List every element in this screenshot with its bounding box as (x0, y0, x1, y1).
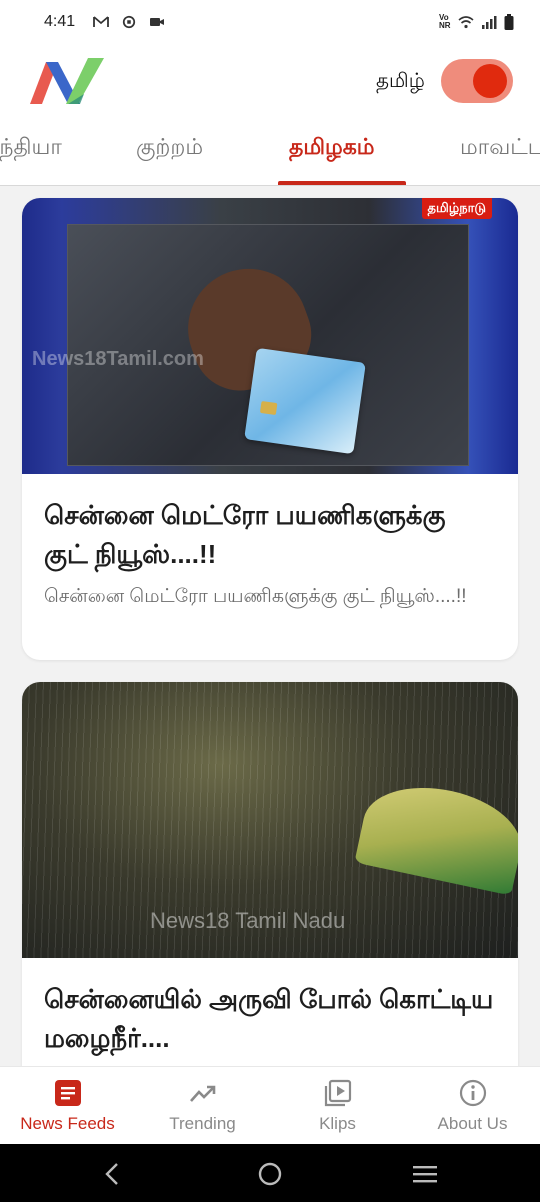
volte-icon: Vo NR (439, 13, 451, 30)
tab-india[interactable]: இந்தியா (0, 134, 62, 163)
signal-icon (482, 16, 497, 29)
nav-label: About Us (437, 1114, 508, 1133)
status-bar: 4:41 Vo NR (0, 0, 540, 44)
system-navigation-bar (0, 1144, 540, 1202)
nav-label: News Feeds (20, 1114, 115, 1133)
gmail-icon (93, 16, 110, 27)
wifi-icon (458, 16, 474, 29)
video-clips-icon (324, 1079, 352, 1107)
trending-icon (190, 1085, 216, 1102)
image-frame (67, 224, 469, 466)
news-feed-icon (55, 1080, 81, 1106)
info-icon (459, 1079, 487, 1107)
metro-card-shape (244, 347, 366, 455)
bottom-navigation: News Feeds Trending Klips About Us (0, 1066, 540, 1144)
category-tabs: இந்தியா குற்றம் தமிழகம் மாவட்டம் (0, 120, 540, 186)
news-card-title[interactable]: சென்னையில் அருவி போல் கொட்டிய மழைநீர்...… (22, 958, 518, 1058)
status-time: 4:41 (44, 13, 76, 30)
news-feed[interactable]: News18Tamil.com தமிழ்நாடு சென்னை மெட்ரோ … (0, 186, 540, 1066)
recents-icon[interactable] (412, 1161, 438, 1187)
tab-tamilnadu[interactable]: தமிழகம் (289, 134, 374, 163)
tab-crime[interactable]: குற்றம் (136, 134, 203, 163)
nav-news-feeds[interactable]: News Feeds (0, 1067, 135, 1145)
toggle-knob (473, 64, 507, 98)
news-card[interactable]: News18Tamil.com தமிழ்நாடு சென்னை மெட்ரோ … (22, 198, 518, 660)
nav-klips[interactable]: Klips (270, 1067, 405, 1145)
nav-about-us[interactable]: About Us (405, 1067, 540, 1145)
language-toggle[interactable] (441, 59, 513, 103)
status-right: Vo NR (439, 14, 514, 30)
status-left: 4:41 (44, 13, 165, 31)
app-header: தமிழ் (0, 44, 540, 120)
news-card-description: சென்னை மெட்ரோ பயணிகளுக்கு குட் நியூஸ்...… (44, 586, 467, 607)
news18-logo[interactable] (30, 58, 104, 104)
active-tab-indicator (278, 181, 406, 185)
image-watermark: News18 Tamil Nadu (150, 908, 346, 933)
language-label: தமிழ் (376, 70, 425, 92)
battery-icon (504, 14, 514, 30)
region-badge: தமிழ்நாடு (421, 198, 492, 219)
nav-trending[interactable]: Trending (135, 1067, 270, 1145)
sync-icon (123, 15, 136, 29)
nav-label: Trending (169, 1114, 236, 1133)
news-card-image[interactable]: News18Tamil.com தமிழ்நாடு (22, 198, 518, 474)
news-card-image[interactable]: News18 Tamil Nadu (22, 682, 518, 958)
nav-label: Klips (319, 1114, 356, 1133)
card-chip (259, 400, 278, 416)
news-card-title[interactable]: சென்னை மெட்ரோ பயணிகளுக்கு குட் நியூஸ்...… (22, 474, 518, 574)
home-icon[interactable] (257, 1161, 283, 1187)
video-icon (150, 18, 165, 26)
tab-district[interactable]: மாவட்டம் (460, 134, 540, 163)
back-icon[interactable] (100, 1161, 126, 1187)
image-watermark: News18Tamil.com (32, 348, 204, 370)
news-card[interactable]: News18 Tamil Nadu சென்னையில் அருவி போல் … (22, 682, 518, 1066)
